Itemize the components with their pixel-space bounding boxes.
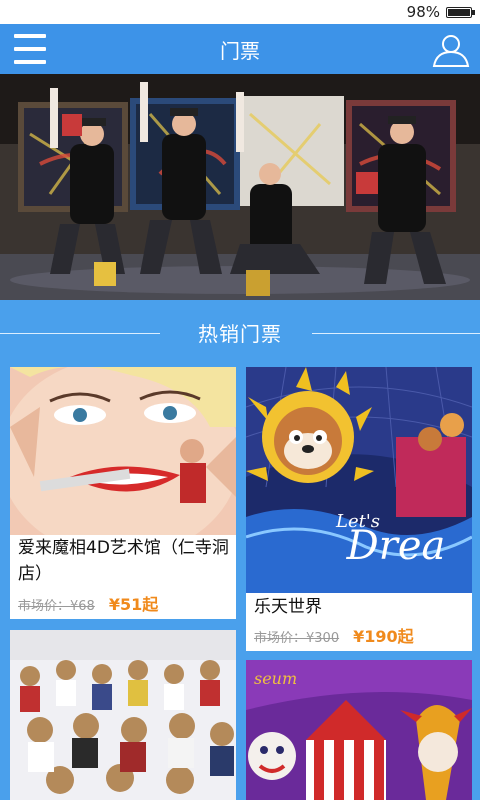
card-name: 爱来魔相4D艺术馆（仁寺洞店）: [18, 538, 229, 584]
ticket-card-1[interactable]: 爱来魔相4D艺术馆（仁寺洞店） 市场价：¥68 ¥51起: [10, 367, 236, 619]
divider-left: [0, 333, 160, 334]
card-name: 乐天世界: [254, 597, 322, 617]
circus-museum-photo: seum: [246, 660, 472, 800]
market-price: 市场价：¥68: [18, 599, 95, 614]
price-row: 市场价：¥68 ¥51起: [18, 591, 230, 615]
3d-art-museum-photo: [10, 367, 236, 535]
app-bar: 门票: [0, 24, 480, 74]
market-price: 市场价：¥300: [254, 631, 340, 646]
lotte-world-photo: Drea Let's: [246, 367, 472, 593]
painting-performers-photo: [0, 74, 480, 300]
ticket-card-4[interactable]: seum: [246, 660, 472, 800]
teddy-bear-museum-photo: [10, 630, 236, 800]
section-title: 热销门票: [198, 321, 282, 346]
ticket-card-2[interactable]: Drea Let's 乐天世界 市场价：¥300 ¥190起: [246, 367, 472, 651]
menu-icon[interactable]: [14, 34, 46, 64]
battery-percentage: 98%: [406, 3, 440, 21]
divider-right: [312, 333, 480, 334]
ticket-card-3[interactable]: [10, 630, 236, 800]
price-row: 市场价：¥300 ¥190起: [254, 623, 466, 647]
svg-text:Let's: Let's: [335, 511, 380, 532]
hero-banner[interactable]: [0, 74, 480, 300]
battery-icon: [446, 6, 475, 18]
sale-price: ¥190起: [353, 627, 414, 646]
section-header: 热销门票: [0, 300, 480, 364]
svg-text:seum: seum: [254, 669, 297, 688]
status-bar: 98%: [0, 0, 480, 24]
page-title: 门票: [220, 38, 260, 63]
sale-price: ¥51起: [108, 595, 159, 614]
user-icon[interactable]: [432, 33, 470, 67]
